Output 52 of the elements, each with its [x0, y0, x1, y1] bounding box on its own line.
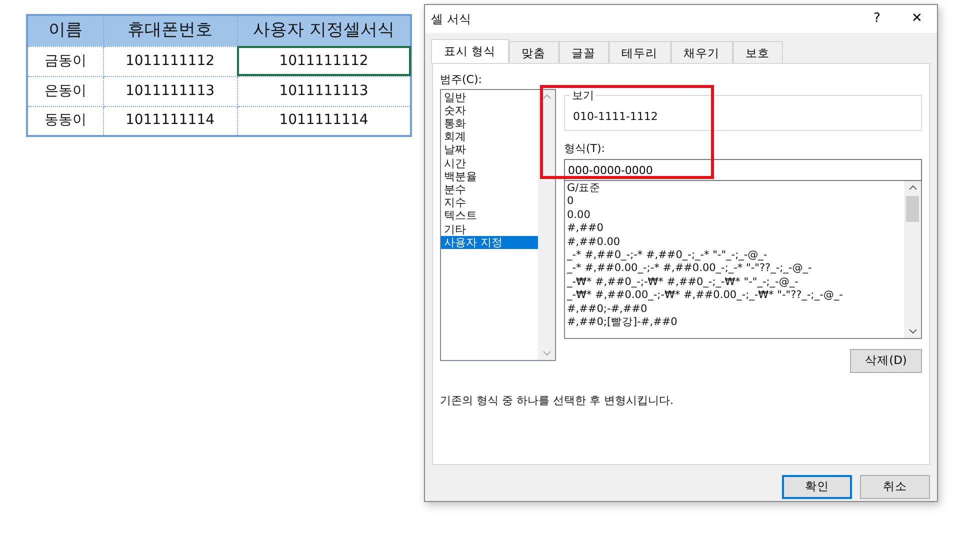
format-label: 형식(T): — [564, 140, 606, 156]
help-button[interactable]: ? — [857, 9, 897, 29]
list-item[interactable]: #,##0 — [567, 222, 904, 236]
list-item[interactable]: 백분율 — [441, 170, 538, 183]
list-item[interactable]: _-₩* #,##0_-;-₩* #,##0_-;_-₩* "-"_-;_-@_- — [567, 276, 904, 290]
list-item[interactable]: 사용자 지정 — [441, 236, 538, 249]
scroll-up-icon[interactable] — [908, 185, 916, 190]
list-item[interactable]: 통화 — [441, 116, 538, 130]
list-item[interactable]: 분수 — [441, 182, 538, 196]
list-item[interactable]: 텍스트 — [441, 209, 538, 223]
tab[interactable]: 글꼴 — [558, 41, 609, 63]
list-item[interactable]: 일반 — [441, 90, 538, 104]
list-item[interactable]: G/표준 — [567, 182, 904, 196]
table-cell[interactable]: 1011111113 — [103, 76, 237, 106]
list-item[interactable]: 0 — [567, 195, 904, 209]
list-item[interactable]: _-* #,##0.00_-;-* #,##0.00_-;_-* "-"??_-;_-@_- — [567, 262, 904, 276]
preview-value: 010-1111-1112 — [573, 110, 658, 122]
column-header: 이름 — [27, 15, 103, 46]
list-item[interactable]: 0.00 — [567, 208, 904, 222]
list-item[interactable]: 숫자 — [441, 104, 538, 117]
tab[interactable]: 채우기 — [670, 41, 733, 63]
list-item[interactable]: 회계 — [441, 130, 538, 144]
list-item[interactable]: 지수 — [441, 196, 538, 210]
format-field[interactable]: 000-0000-0000 — [564, 159, 922, 181]
column-header: 휴대폰번호 — [103, 15, 237, 46]
table-cell[interactable]: 1011111112 — [237, 46, 411, 76]
window-title: 셀 서식 — [431, 11, 472, 28]
tab[interactable]: 맞춤 — [508, 41, 559, 63]
scroll-thumb[interactable] — [906, 196, 919, 222]
description-text: 기존의 형식 중 하나를 선택한 후 변형시킵니다. — [440, 393, 674, 409]
list-item[interactable]: 기타 — [441, 222, 538, 236]
ok-button[interactable]: 확인 — [782, 475, 852, 499]
close-button[interactable]: ✕ — [897, 9, 937, 29]
list-item[interactable]: 날짜 — [441, 143, 538, 157]
tab[interactable]: 테두리 — [608, 41, 671, 63]
table-cell[interactable]: 은동이 — [27, 76, 103, 106]
tab[interactable]: 보호 — [732, 41, 783, 63]
table-cell[interactable]: 금동이 — [27, 46, 103, 76]
list-item[interactable]: _-* #,##0_-;-* #,##0_-;_-* "-"_-;_-@_- — [567, 249, 904, 262]
scroll-down-icon[interactable] — [908, 329, 916, 334]
list-item[interactable]: #,##0;[빨강]-#,##0 — [567, 316, 904, 330]
list-item[interactable]: 시간 — [441, 156, 538, 170]
tab[interactable]: 표시 형식 — [431, 39, 509, 63]
cancel-button[interactable]: 취소 — [860, 475, 930, 499]
list-item[interactable]: _-₩* #,##0.00_-;-₩* #,##0.00_-;_-₩* "-"??_-;_-@_- — [567, 289, 904, 303]
list-item[interactable]: #,##0;-#,##0 — [567, 302, 904, 316]
column-header: 사용자 지정셀서식 — [237, 15, 411, 46]
scroll-up-icon[interactable] — [542, 94, 550, 98]
group-label: 보기 — [570, 88, 596, 104]
delete-button[interactable]: 삭제(D) — [850, 349, 922, 373]
category-label: 범주(C): — [440, 72, 483, 88]
list-item[interactable]: #,##0.00 — [567, 236, 904, 250]
